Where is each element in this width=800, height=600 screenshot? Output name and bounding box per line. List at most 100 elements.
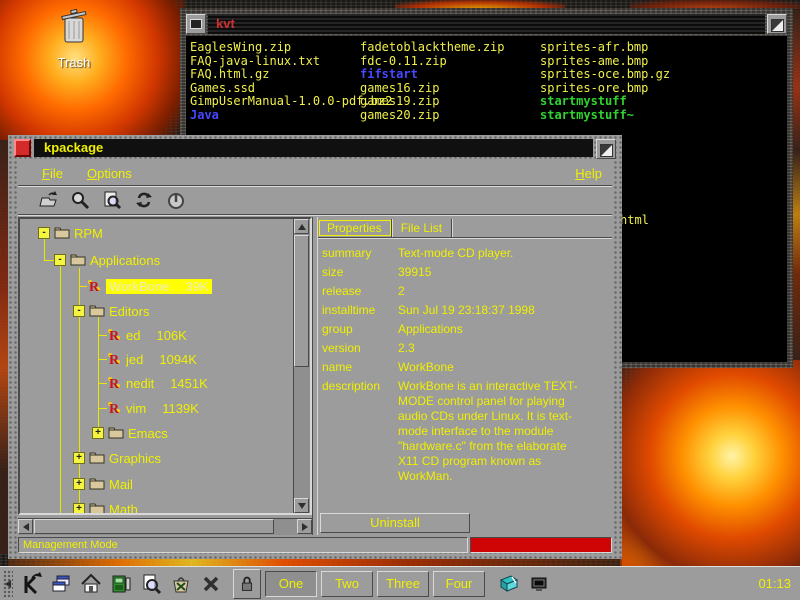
trash-label: Trash [44, 55, 104, 70]
desktop-pager-two[interactable]: Two [321, 571, 373, 597]
window-list-icon [49, 572, 73, 596]
tree-vertical-scrollbar[interactable] [293, 219, 310, 513]
tree-item-label: jed [126, 352, 143, 367]
folder-icon [70, 252, 86, 269]
kpackage-titlebar-row: kpackage [14, 139, 616, 157]
help-button[interactable] [495, 570, 523, 598]
desktop-pager-four[interactable]: Four [433, 571, 485, 597]
tree-item-label: RPM [74, 226, 103, 241]
package-tree-column: - RPM - Applications [18, 217, 312, 535]
x11-icon [199, 572, 223, 596]
panel-hide-handle[interactable] [3, 570, 13, 598]
property-value: Sun Jul 19 23:18:37 1998 [398, 303, 590, 318]
find-file-icon[interactable] [100, 188, 124, 212]
toolbox-button[interactable] [167, 570, 195, 598]
down-arrow-icon [298, 503, 306, 509]
clock: 01:13 [758, 576, 791, 591]
find-files-icon [139, 572, 163, 596]
scrollbar-thumb[interactable] [294, 235, 309, 367]
scrollbar-thumb[interactable] [34, 519, 274, 534]
property-row: name WorkBone [322, 360, 612, 375]
property-key: release [322, 284, 398, 298]
uninstall-button[interactable]: Uninstall [320, 513, 470, 533]
desktop-icon-trash[interactable]: Trash [44, 8, 104, 70]
tree-expander[interactable]: - [73, 305, 85, 317]
window-list-button[interactable] [47, 570, 75, 598]
statusbar: Management Mode [18, 537, 612, 553]
package-icon: R [106, 327, 122, 345]
tree-item-label: Mail [109, 477, 133, 492]
reload-icon[interactable] [132, 188, 156, 212]
tree-expander[interactable]: + [73, 452, 85, 464]
folder-icon [89, 303, 105, 320]
terminal-row: GimpUserManual-1.0.0-pdf.bz2 games19.zip… [190, 95, 787, 109]
action-row: Uninstall [318, 510, 612, 535]
tree-item-label: Math [109, 502, 138, 515]
tree-line [44, 260, 54, 261]
property-row: description WorkBone is an interactive T… [322, 379, 612, 484]
tree-expander[interactable]: + [92, 427, 104, 439]
k-menu-button[interactable] [17, 570, 45, 598]
tree-item-label: nedit [126, 376, 154, 391]
kvt-launcher-button[interactable] [525, 570, 553, 598]
tree-horizontal-scrollbar[interactable] [18, 518, 312, 535]
scroll-right-button[interactable] [297, 519, 312, 534]
trash-icon [56, 35, 92, 52]
scroll-left-button[interactable] [18, 519, 33, 534]
property-key: version [322, 341, 398, 355]
desktop-pager-one[interactable]: One [265, 571, 317, 597]
property-row: version 2.3 [322, 341, 612, 356]
toolbar [18, 186, 612, 215]
kvt-window-menu-button[interactable] [186, 14, 206, 34]
kpackage-window-title: kpackage [44, 140, 103, 155]
open-package-icon[interactable] [36, 188, 60, 212]
terminal-text-fragment: html [620, 213, 649, 227]
x11-button[interactable] [197, 570, 225, 598]
maximize-icon [600, 144, 613, 157]
desktop-pager-three[interactable]: Three [377, 571, 429, 597]
tree-line [44, 239, 45, 260]
find-files-button[interactable] [137, 570, 165, 598]
left-arrow-icon [23, 523, 29, 531]
detail-tabs: Properties File List [318, 217, 612, 238]
kpackage-close-button[interactable] [14, 139, 31, 157]
package-tree[interactable]: - RPM - Applications [18, 217, 312, 515]
power-icon[interactable] [164, 188, 188, 212]
terminal-app-button[interactable] [107, 570, 135, 598]
tree-expander[interactable]: + [73, 478, 85, 490]
property-row: release 2 [322, 284, 612, 299]
package-icon: R [86, 278, 102, 296]
property-row: summary Text-mode CD player. [322, 246, 612, 261]
home-button[interactable] [77, 570, 105, 598]
property-value: Applications [398, 322, 590, 337]
tab-file-list[interactable]: File List [392, 219, 452, 237]
find-package-icon[interactable] [68, 188, 92, 212]
home-icon [79, 572, 103, 596]
progress-bar [470, 537, 612, 553]
menu-file[interactable]: File [42, 166, 63, 181]
kvt-titlebar[interactable]: kvt [208, 14, 765, 34]
folder-icon [54, 225, 70, 242]
kpackage-titlebar[interactable]: kpackage [34, 139, 593, 157]
menu-help[interactable]: Help [575, 166, 602, 181]
scroll-down-button[interactable] [294, 498, 309, 513]
scroll-up-button[interactable] [294, 219, 309, 234]
kvt-maximize-button[interactable] [767, 14, 787, 34]
menu-options[interactable]: Options [87, 166, 132, 181]
help-book-icon [497, 572, 521, 596]
tree-item-label: ed [126, 328, 140, 343]
property-value: Text-mode CD player. [398, 246, 590, 261]
terminal-row: Games.ssd games16.zip sprites-ore.bmp [190, 82, 787, 96]
tree-expander[interactable]: - [54, 254, 66, 266]
tree-expander[interactable]: + [73, 503, 85, 515]
kpackage-maximize-button[interactable] [596, 139, 616, 159]
monitor-icon [527, 572, 551, 596]
tab-properties[interactable]: Properties [318, 219, 392, 237]
desktop: Trash kvt EaglesWing.zip fadetoblackthem… [0, 0, 800, 600]
lock-screen-button[interactable] [233, 569, 261, 599]
terminal-row: FAQ-java-linux.txt fdc-0.11.zip sprites-… [190, 55, 787, 69]
property-row: size 39915 [322, 265, 612, 280]
tree-expander[interactable]: - [38, 227, 50, 239]
main-split: - RPM - Applications [18, 217, 612, 535]
terminal-app-icon [109, 572, 133, 596]
